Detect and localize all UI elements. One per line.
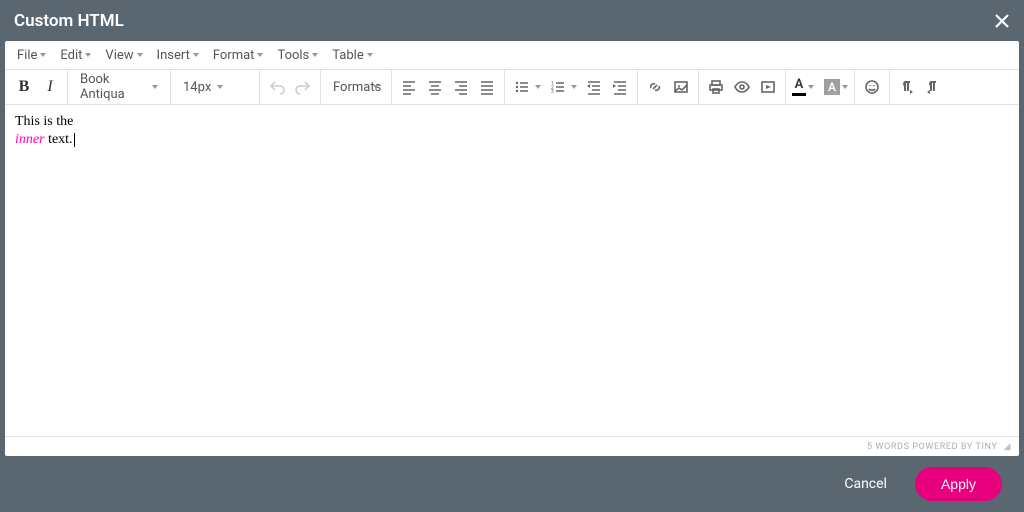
content-line-1: This is the	[15, 113, 1009, 131]
preview-button[interactable]	[729, 74, 755, 100]
italic-button[interactable]: I	[37, 74, 63, 100]
modal-footer: Cancel Apply	[0, 456, 1024, 512]
menu-insert[interactable]: Insert	[151, 44, 205, 67]
chevron-down-icon[interactable]	[571, 85, 577, 89]
print-button[interactable]	[703, 74, 729, 100]
editor-content[interactable]: This is the inner text.	[5, 105, 1019, 436]
menu-format-label: Format	[213, 48, 255, 63]
menu-view-label: View	[105, 48, 133, 63]
undo-button[interactable]	[264, 74, 290, 100]
custom-html-modal: Custom HTML File Edit View Insert Format…	[0, 0, 1024, 512]
font-size-label: 14px	[183, 80, 211, 95]
font-size-select[interactable]: 14px	[175, 74, 255, 100]
menubar: File Edit View Insert Format Tools Table	[5, 41, 1019, 69]
outdent-button[interactable]	[581, 74, 607, 100]
align-justify-button[interactable]	[474, 74, 500, 100]
formats-label: Formats	[333, 80, 367, 95]
redo-button[interactable]	[290, 74, 316, 100]
close-icon[interactable]	[992, 11, 1012, 31]
menu-file[interactable]: File	[11, 44, 52, 67]
text-cursor	[74, 133, 75, 147]
cancel-button[interactable]: Cancel	[834, 468, 897, 500]
align-center-button[interactable]	[422, 74, 448, 100]
status-bar: 5 WORDS POWERED BY TINY ◢	[5, 436, 1019, 456]
menu-table-label: Table	[332, 48, 363, 63]
menu-tools-label: Tools	[277, 48, 309, 63]
font-family-select[interactable]: Book Antiqua	[72, 74, 166, 100]
chevron-down-icon	[373, 85, 379, 89]
menu-format[interactable]: Format	[207, 44, 270, 67]
media-button[interactable]	[755, 74, 781, 100]
ltr-button[interactable]	[894, 74, 920, 100]
menu-tools[interactable]: Tools	[271, 44, 324, 67]
chevron-down-icon	[808, 85, 814, 89]
indent-button[interactable]	[607, 74, 633, 100]
menu-view[interactable]: View	[99, 44, 148, 67]
toolbar: B I Book Antiqua 14px	[5, 69, 1019, 105]
modal-titlebar: Custom HTML	[0, 0, 1024, 41]
chevron-down-icon[interactable]	[535, 85, 541, 89]
image-button[interactable]	[668, 74, 694, 100]
menu-table[interactable]: Table	[326, 44, 378, 67]
chevron-down-icon	[217, 85, 223, 89]
menu-edit-label: Edit	[60, 48, 82, 63]
chevron-down-icon	[257, 53, 263, 57]
content-line-2: inner text.	[15, 131, 1009, 149]
link-button[interactable]	[642, 74, 668, 100]
align-left-button[interactable]	[396, 74, 422, 100]
bullet-list-button[interactable]	[509, 74, 535, 100]
modal-title: Custom HTML	[14, 11, 124, 31]
chevron-down-icon	[312, 53, 318, 57]
chevron-down-icon	[40, 53, 46, 57]
chevron-down-icon	[367, 53, 373, 57]
editor-container: File Edit View Insert Format Tools Table…	[5, 41, 1019, 456]
resize-grip-icon[interactable]: ◢	[1003, 442, 1011, 452]
chevron-down-icon	[193, 53, 199, 57]
apply-button[interactable]: Apply	[915, 467, 1002, 501]
chevron-down-icon	[152, 85, 158, 89]
chevron-down-icon	[85, 53, 91, 57]
bg-color-button[interactable]: A	[822, 79, 850, 95]
menu-edit[interactable]: Edit	[54, 44, 97, 67]
svg-text:3: 3	[551, 89, 554, 95]
align-right-button[interactable]	[448, 74, 474, 100]
font-family-label: Book Antiqua	[80, 72, 146, 102]
menu-file-label: File	[17, 48, 37, 63]
formats-select[interactable]: Formats	[325, 74, 387, 100]
bold-button[interactable]: B	[11, 74, 37, 100]
chevron-down-icon	[842, 85, 848, 89]
menu-insert-label: Insert	[157, 48, 190, 63]
chevron-down-icon	[137, 53, 143, 57]
text-color-button[interactable]: A	[790, 79, 816, 96]
number-list-button[interactable]: 123	[545, 74, 571, 100]
emoji-button[interactable]	[859, 74, 885, 100]
rtl-button[interactable]	[920, 74, 946, 100]
status-text: 5 WORDS POWERED BY TINY	[867, 442, 997, 452]
